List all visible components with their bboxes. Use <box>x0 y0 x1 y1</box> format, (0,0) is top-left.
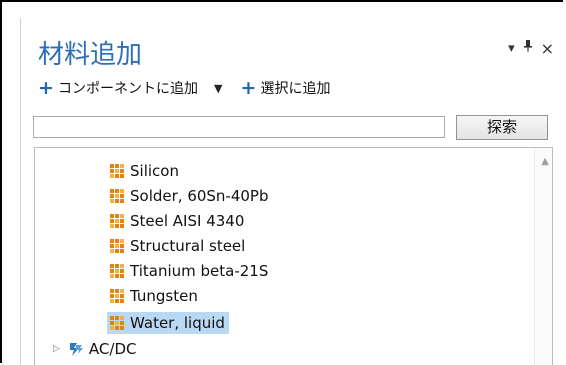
list-item[interactable]: Steel AISI 4340 <box>109 210 244 232</box>
material-icon <box>110 239 124 253</box>
list-item[interactable]: Titanium beta-21S <box>109 260 268 282</box>
pin-icon[interactable] <box>523 40 533 57</box>
tree-folder-label: AC/DC <box>88 340 137 358</box>
chevron-down-icon[interactable]: ▼ <box>214 82 222 95</box>
tree-partial-row: ... <box>110 148 124 153</box>
material-icon <box>110 189 124 203</box>
material-icon <box>110 214 124 228</box>
search-row: 探索 <box>33 115 553 141</box>
panel-header-controls: ▾ × <box>508 40 554 57</box>
plus-icon: + <box>38 77 54 99</box>
expand-icon[interactable]: ▷ <box>53 344 60 354</box>
list-item-label: Structural steel <box>130 237 246 255</box>
plus-icon: + <box>240 77 257 99</box>
close-icon[interactable]: × <box>541 40 554 57</box>
list-item-label: Titanium beta-21S <box>130 262 269 280</box>
panel-menu-dropdown-icon[interactable]: ▾ <box>508 41 515 57</box>
list-item-selected[interactable]: Water, liquid <box>107 312 229 334</box>
material-tree[interactable]: ... Silicon Solder, 60Sn-40Pb Steel AISI… <box>34 147 553 365</box>
tree-folder-acdc[interactable]: ▷ AC/DC <box>53 338 136 360</box>
search-input[interactable] <box>33 116 445 138</box>
add-to-selection-button[interactable]: + 選択に追加 <box>240 78 330 98</box>
add-to-selection-label: 選択に追加 <box>260 81 331 97</box>
add-to-component-button[interactable]: + コンポーネントに追加 ▼ <box>38 78 222 98</box>
list-item-label: Steel AISI 4340 <box>130 212 245 230</box>
material-icon <box>110 289 124 303</box>
list-item-label: Water, liquid <box>130 314 225 332</box>
acdc-module-icon <box>69 343 83 356</box>
material-icon <box>110 316 124 330</box>
list-item-label: Solder, 60Sn-40Pb <box>130 187 269 205</box>
toolbar: + コンポーネントに追加 ▼ + 選択に追加 <box>38 78 348 98</box>
list-item[interactable]: Silicon <box>109 160 179 182</box>
list-item[interactable]: Tungsten <box>109 285 198 307</box>
search-button[interactable]: 探索 <box>456 115 548 140</box>
list-item-label: Silicon <box>130 162 179 180</box>
list-item-label: Tungsten <box>130 287 198 305</box>
material-icon <box>110 264 124 278</box>
list-item[interactable]: Structural steel <box>109 235 245 257</box>
scroll-up-icon[interactable]: ▲ <box>541 156 549 167</box>
panel-divider <box>20 18 21 365</box>
vertical-scrollbar[interactable]: ▲ <box>534 148 552 365</box>
list-item[interactable]: Solder, 60Sn-40Pb <box>109 185 269 207</box>
panel-title: 材料追加 <box>38 40 143 70</box>
add-to-component-label: コンポーネントに追加 <box>58 81 198 97</box>
material-icon <box>110 164 124 178</box>
